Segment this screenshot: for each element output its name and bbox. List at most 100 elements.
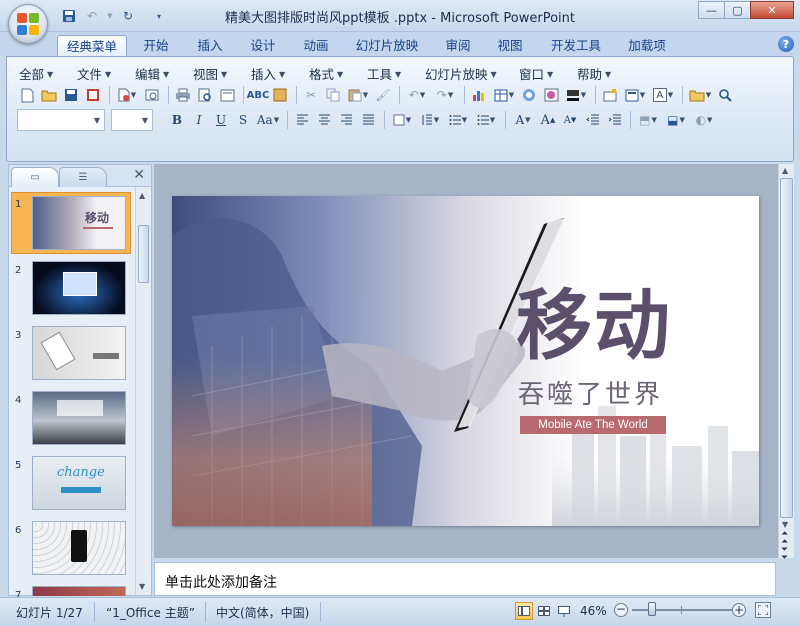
arrange-icon[interactable]: ⬓ ▼ <box>663 110 689 130</box>
tab-slideshow[interactable]: 幻灯片放映 <box>351 35 423 56</box>
slide-thumbnail-5[interactable]: change <box>32 456 126 510</box>
paste-icon[interactable]: ▼ <box>345 85 371 105</box>
slide-subtitle[interactable]: 吞噬了世界 <box>518 382 663 408</box>
save-icon[interactable] <box>61 85 81 105</box>
close-panel-icon[interactable]: ✕ <box>133 167 145 183</box>
slide-canvas[interactable]: 移动 吞噬了世界 Mobile Ate The World <box>172 196 759 526</box>
menu-help[interactable]: 帮助 ▼ <box>577 64 611 83</box>
line-spacing-icon[interactable]: ▼ <box>417 110 443 130</box>
slideshow-view-button[interactable] <box>555 602 573 620</box>
office-button[interactable] <box>8 4 48 44</box>
tab-review[interactable]: 审阅 <box>438 35 478 56</box>
scroll-down-icon[interactable]: ▼ <box>139 582 145 591</box>
quick-styles-icon[interactable]: ◐ ▼ <box>691 110 717 130</box>
table-icon[interactable]: ▼ <box>491 85 517 105</box>
cut-icon[interactable]: ✂ <box>301 85 321 105</box>
font-name-combo[interactable]: ▼ <box>17 109 105 131</box>
layout-icon[interactable]: ▼ <box>622 85 648 105</box>
language-status[interactable]: 中文(简体，中国) <box>216 604 309 621</box>
align-center-icon[interactable] <box>314 110 334 130</box>
tab-insert[interactable]: 插入 <box>190 35 230 56</box>
text-direction-icon[interactable]: ▼ <box>389 110 415 130</box>
slides-panel-scrollbar[interactable]: ▲ ▼ <box>135 187 151 595</box>
align-right-icon[interactable] <box>336 110 356 130</box>
previous-slide-icon[interactable]: ⏶ ⏶ <box>781 530 788 547</box>
save-as-pdf-icon[interactable] <box>83 85 103 105</box>
format-painter-icon[interactable]: 🖌 <box>373 85 393 105</box>
folder-icon[interactable]: ▼ <box>687 85 713 105</box>
justify-icon[interactable] <box>358 110 378 130</box>
new-slide-icon[interactable] <box>600 85 620 105</box>
slide-thumbnail-7[interactable] <box>32 586 126 596</box>
chart-icon[interactable] <box>469 85 489 105</box>
align-left-icon[interactable] <box>292 110 312 130</box>
menu-insert[interactable]: 插入 ▼ <box>251 64 285 83</box>
shadow-button[interactable]: S <box>233 110 253 130</box>
spelling-icon[interactable]: ABC <box>247 85 270 105</box>
normal-view-button[interactable] <box>515 602 533 620</box>
slide-thumbnail-6[interactable] <box>32 521 126 575</box>
customize-quick-access-icon[interactable]: ▾ <box>154 7 164 25</box>
thesaurus-icon[interactable] <box>270 85 290 105</box>
scroll-thumb[interactable] <box>138 225 149 283</box>
menu-all[interactable]: 全部 ▼ <box>19 64 53 83</box>
tab-outline[interactable]: ☰ <box>59 167 107 187</box>
font-size-combo[interactable]: ▼ <box>111 109 153 131</box>
zoom-out-button[interactable]: − <box>614 603 628 617</box>
undo-icon[interactable]: ↶ ▼ <box>404 85 430 105</box>
redo-icon[interactable]: ↻ <box>119 7 137 25</box>
fit-to-window-button[interactable] <box>755 602 771 618</box>
shapes-icon[interactable]: ⬒ ▼ <box>635 110 661 130</box>
tab-animation[interactable]: 动画 <box>296 35 336 56</box>
scroll-up-icon[interactable]: ▲ <box>139 191 145 200</box>
decrease-indent-icon[interactable] <box>582 110 602 130</box>
maximize-button[interactable]: ▢ <box>724 1 751 19</box>
zoom-level[interactable]: 46% <box>580 604 607 618</box>
bold-button[interactable]: B <box>167 110 187 130</box>
tab-developer[interactable]: 开发工具 <box>543 35 609 56</box>
tab-slides[interactable]: ▭ <box>11 167 59 187</box>
slide-editor-scrollbar[interactable]: ▲ ▼ ⏶ ⏶ ⏷ ⏷ <box>778 164 794 563</box>
shrink-font-icon[interactable]: A ▼ <box>560 110 580 130</box>
slide-thumbnail-4[interactable] <box>32 391 126 445</box>
help-icon[interactable]: ? <box>778 36 794 52</box>
next-slide-icon[interactable]: ⏷ ⏷ <box>781 546 788 563</box>
tab-design[interactable]: 设计 <box>243 35 283 56</box>
zoom-slider-thumb[interactable] <box>648 602 656 616</box>
menu-edit[interactable]: 编辑 ▼ <box>135 64 169 83</box>
increase-indent-icon[interactable] <box>604 110 624 130</box>
open-folder-icon[interactable] <box>39 85 59 105</box>
menu-file[interactable]: 文件 ▼ <box>77 64 111 83</box>
slide-thumbnail-1[interactable]: 移动 <box>32 196 126 250</box>
scroll-up-icon[interactable]: ▲ <box>782 166 788 175</box>
hyperlink-icon[interactable] <box>519 85 539 105</box>
font-color-icon[interactable]: A ▼ <box>510 110 536 130</box>
picture-icon[interactable] <box>541 85 561 105</box>
redo-icon[interactable]: ↷ ▼ <box>432 85 458 105</box>
menu-view[interactable]: 视图 ▼ <box>193 64 227 83</box>
undo-dropdown-icon[interactable]: ▼ <box>106 7 114 25</box>
grow-font-icon[interactable]: A ▲ <box>538 110 558 130</box>
print-preview-icon[interactable] <box>195 85 215 105</box>
copy-icon[interactable] <box>323 85 343 105</box>
slide-thumbnail-3[interactable] <box>32 326 126 380</box>
tab-addins[interactable]: 加载项 <box>621 35 673 56</box>
print-icon[interactable] <box>173 85 193 105</box>
menu-window[interactable]: 窗口 ▼ <box>519 64 553 83</box>
save-icon[interactable] <box>60 7 78 25</box>
numbering-icon[interactable]: ▼ <box>445 110 471 130</box>
slide-thumbnail-2[interactable] <box>32 261 126 315</box>
menu-format[interactable]: 格式 ▼ <box>309 64 343 83</box>
change-case-button[interactable]: Aa ▼ <box>255 110 281 130</box>
slide-headline[interactable]: 移动 <box>516 288 672 364</box>
slide-sorter-button[interactable] <box>535 602 553 620</box>
find-icon[interactable] <box>715 85 735 105</box>
slide-editor[interactable]: 移动 吞噬了世界 Mobile Ate The World <box>154 164 794 558</box>
zoom-slider-track[interactable] <box>632 606 732 614</box>
bullets-icon[interactable]: ▼ <box>473 110 499 130</box>
new-file-icon[interactable] <box>17 85 37 105</box>
publish-icon[interactable] <box>142 85 162 105</box>
notes-pane[interactable]: 单击此处添加备注 <box>154 562 776 596</box>
italic-button[interactable]: I <box>189 110 209 130</box>
undo-icon[interactable]: ↶ <box>83 7 101 25</box>
